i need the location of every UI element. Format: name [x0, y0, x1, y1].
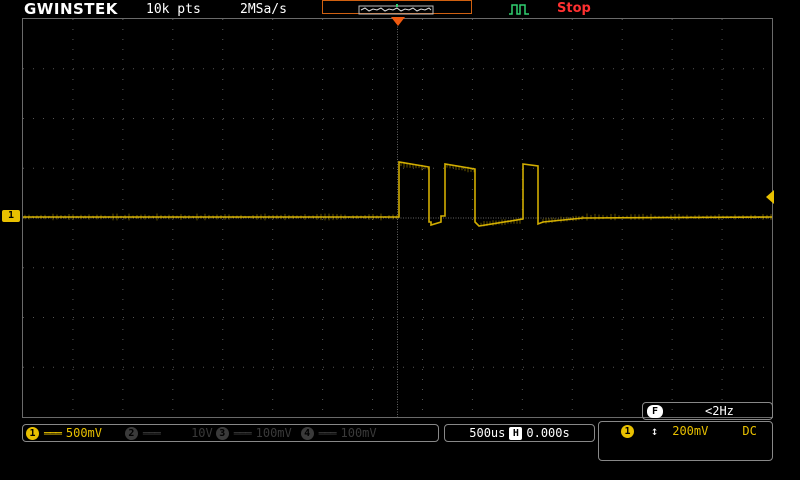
ch1-status[interactable]: 1 ═══ 500mV	[26, 426, 122, 440]
ch2-scale: 10V	[191, 426, 213, 440]
ch2-status[interactable]: 2 ═══ 10V	[124, 426, 213, 440]
ch3-coupling-icon: ═══	[233, 426, 252, 440]
trigger-level-marker[interactable]	[766, 190, 774, 204]
ch2-badge: 2	[124, 426, 138, 440]
timebase-scale: 500us	[469, 426, 506, 440]
ch3-badge: 3	[215, 426, 229, 440]
trigger-source-badge: 1	[621, 424, 634, 438]
channel-status-bar: 1 ═══ 500mV 2 ═══ 10V 3 ═══ 100mV 4 ═══ …	[22, 424, 439, 442]
timebase-box[interactable]: 500us H 0.000s	[444, 424, 595, 442]
graticule	[22, 18, 773, 418]
ch1-scale: 500mV	[65, 426, 102, 440]
ch4-coupling-icon: ═══	[318, 426, 337, 440]
trigger-level: 200mV	[672, 424, 709, 438]
ch4-scale: 100mV	[340, 426, 377, 440]
pulse-trigger-icon	[508, 1, 530, 15]
horizontal-delay: 0.000s	[526, 426, 570, 440]
horizontal-icon: H	[509, 426, 523, 440]
trigger-slope-icon: ↕	[651, 424, 659, 438]
ch3-status[interactable]: 3 ═══ 100mV	[215, 426, 298, 440]
ch4-badge: 4	[300, 426, 314, 440]
memory-waveform-preview	[358, 4, 434, 15]
ch2-coupling-icon: ═══	[142, 426, 161, 440]
trigger-position-marker[interactable]	[391, 17, 405, 26]
brand-logo: GWINSTEK	[24, 0, 118, 18]
ch1-ground-marker[interactable]: 1	[2, 210, 20, 222]
frequency-value: <2Hz	[705, 404, 734, 418]
ch3-scale: 100mV	[255, 426, 292, 440]
memory-overview-bar	[322, 0, 472, 15]
run-status[interactable]: Stop	[557, 1, 591, 16]
frequency-counter-box: F <2Hz	[642, 402, 773, 420]
frequency-icon: F	[647, 404, 663, 418]
sample-rate: 2MSa/s	[240, 2, 287, 17]
trigger-coupling: DC	[742, 424, 757, 438]
record-length: 10k pts	[146, 2, 201, 17]
waveform-display	[23, 19, 773, 417]
ch1-badge: 1	[26, 426, 39, 440]
ch4-status[interactable]: 4 ═══ 100mV	[300, 426, 377, 440]
ch1-coupling-icon: ═══	[44, 426, 62, 440]
trigger-info-box[interactable]: 1 ↕ 200mV DC	[598, 421, 773, 461]
